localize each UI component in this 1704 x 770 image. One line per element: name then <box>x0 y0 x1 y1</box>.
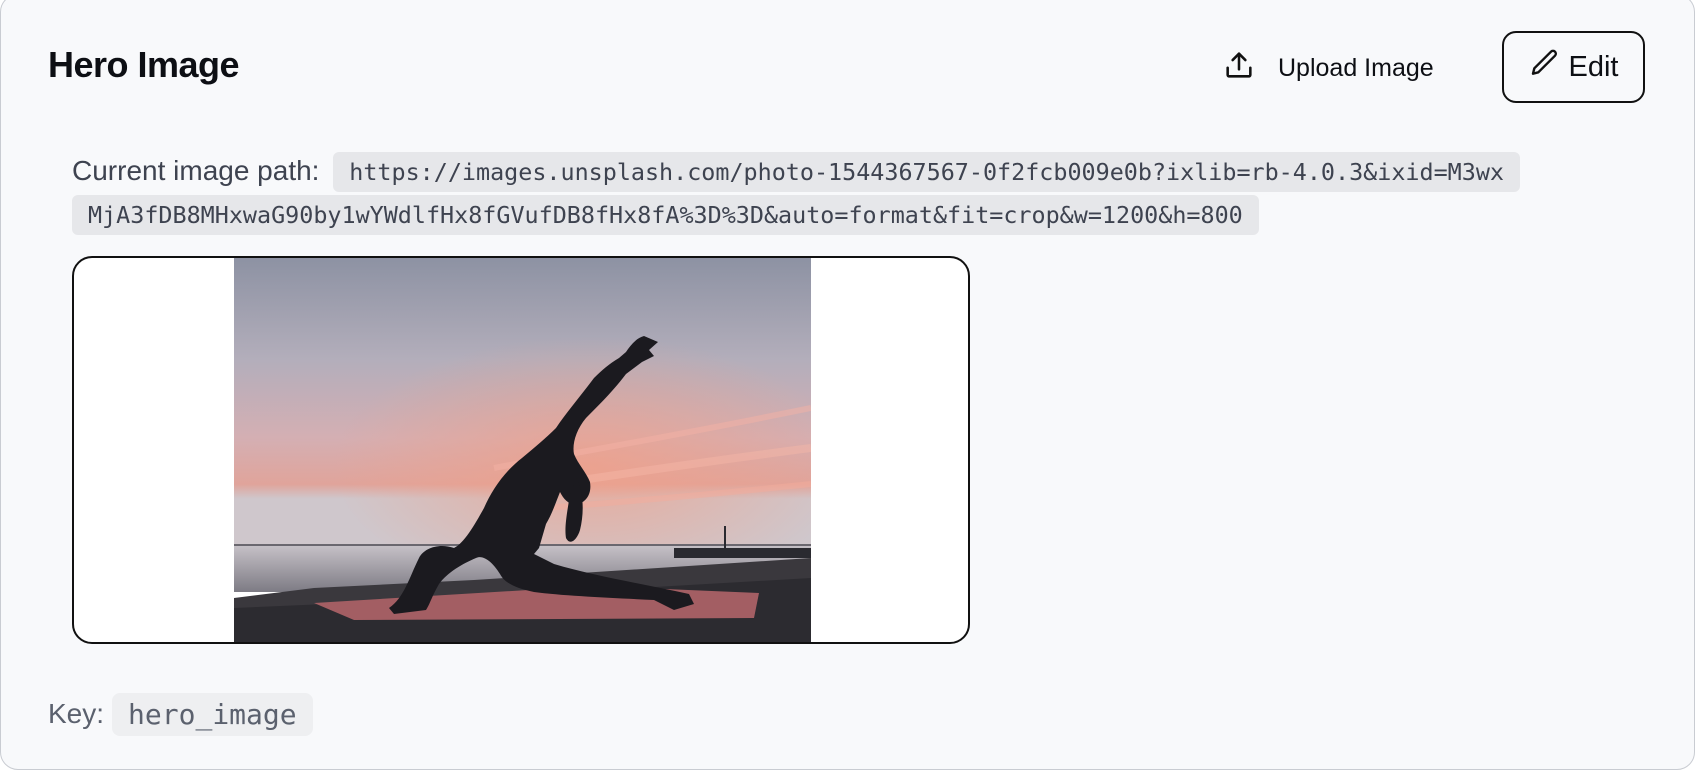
edit-button[interactable]: Edit <box>1502 31 1645 103</box>
pencil-icon <box>1529 47 1561 87</box>
key-row: Key: hero_image <box>48 690 313 738</box>
image-preview-frame <box>72 256 970 644</box>
hero-image-preview <box>234 258 811 642</box>
upload-image-button[interactable]: Upload Image <box>1222 44 1434 92</box>
upload-icon <box>1222 48 1256 89</box>
current-image-path: Current image path: https://images.unspl… <box>72 150 1521 236</box>
upload-image-label: Upload Image <box>1278 53 1434 82</box>
edit-label: Edit <box>1568 50 1619 83</box>
section-title: Hero Image <box>48 44 240 85</box>
key-label: Key: <box>48 698 105 729</box>
key-value: hero_image <box>112 692 313 736</box>
image-path-label: Current image path: <box>72 155 320 186</box>
